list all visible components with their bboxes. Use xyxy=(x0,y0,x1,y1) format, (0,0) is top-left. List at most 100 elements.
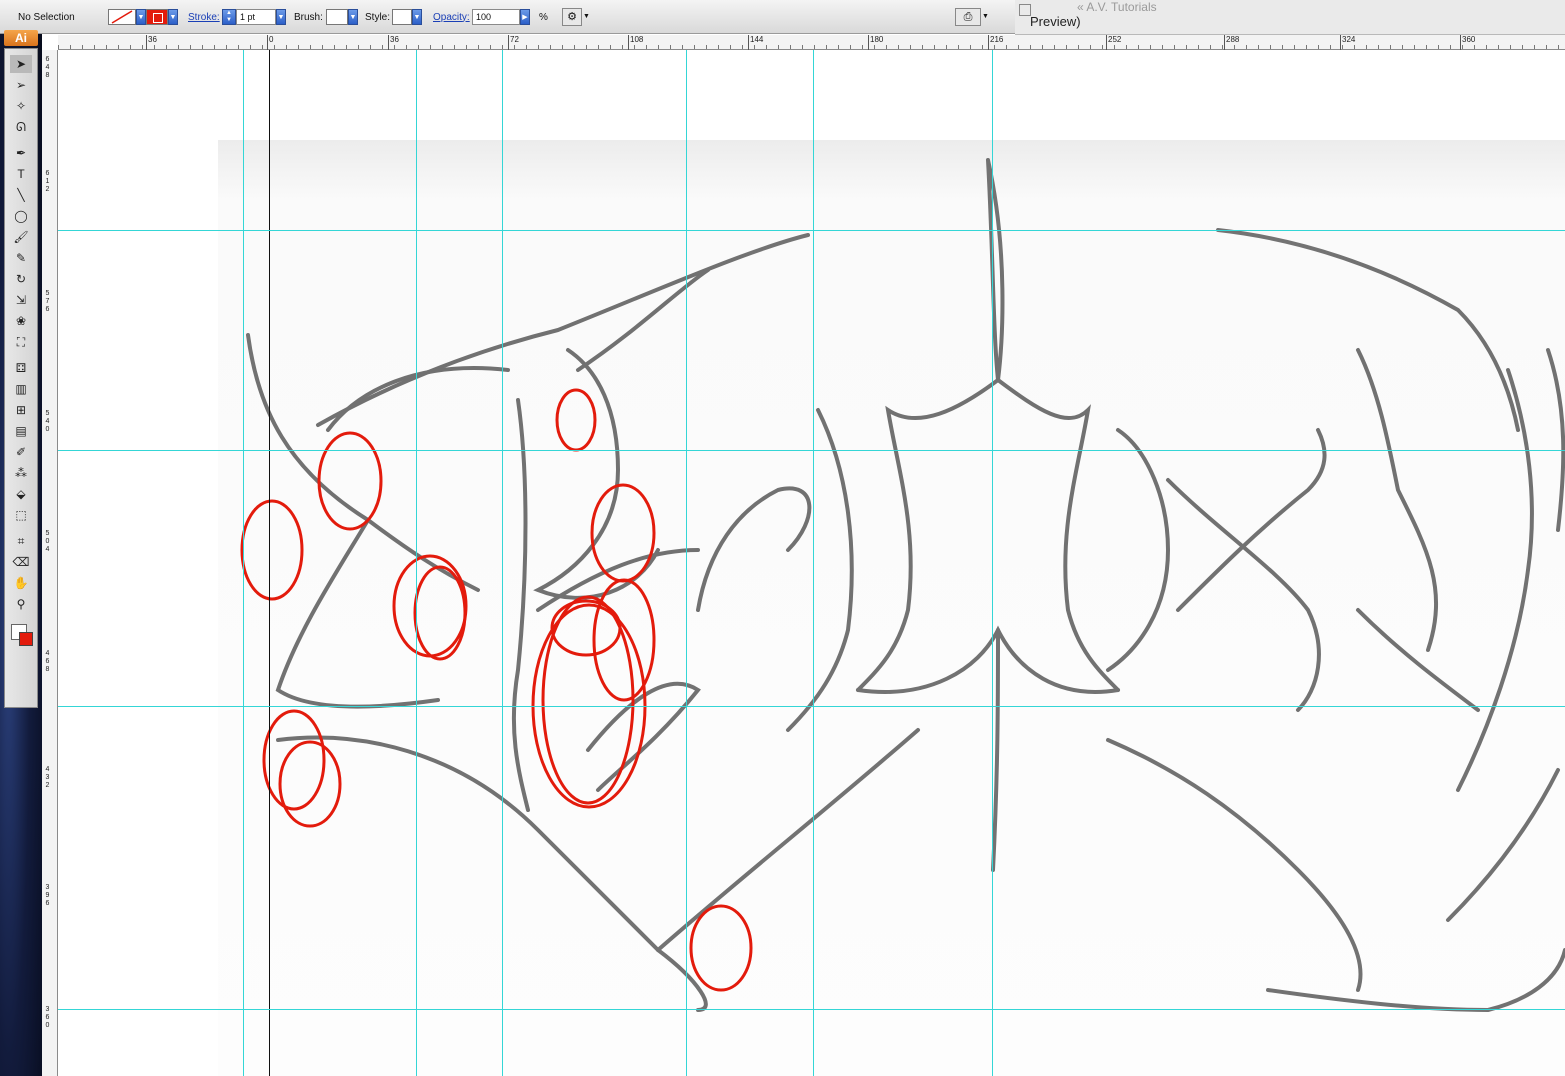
scale-tool[interactable]: ⇲ xyxy=(10,291,32,309)
stroke-weight-input[interactable]: 1 pt xyxy=(236,9,276,25)
horizontal-guide[interactable] xyxy=(58,706,1565,707)
type-tool[interactable]: T xyxy=(10,165,32,183)
ruler-minor-tick xyxy=(406,45,407,49)
ruler-minor-tick xyxy=(1282,45,1283,49)
ruler-minor-tick xyxy=(178,45,179,49)
warp-tool[interactable]: ❀ xyxy=(10,312,32,330)
horizontal-guide[interactable] xyxy=(58,230,1565,231)
opacity-dropdown[interactable]: ▶ xyxy=(520,9,530,25)
ruler-minor-tick xyxy=(958,45,959,49)
fill-none-swatch[interactable] xyxy=(108,9,136,25)
ruler-minor-tick xyxy=(646,45,647,49)
stroke-weight-dropdown[interactable]: ▼ xyxy=(276,9,286,25)
ruler-minor-tick xyxy=(874,45,875,49)
crop-icon: ⌗ xyxy=(17,533,25,548)
style-picker[interactable]: ▼ xyxy=(392,8,422,26)
ruler-minor-tick xyxy=(826,45,827,49)
blend-icon: ⁂ xyxy=(15,466,27,480)
ruler-minor-tick xyxy=(922,45,923,49)
live-paint-selection-icon: ⬚ xyxy=(15,508,27,522)
ruler-minor-tick xyxy=(682,45,683,49)
vertical-guide[interactable] xyxy=(813,50,814,1076)
brush-label: Brush: xyxy=(294,11,323,23)
vertical-guide[interactable] xyxy=(416,50,417,1076)
ellipse-tool[interactable]: ◯ xyxy=(10,207,32,225)
fill-stroke-indicator[interactable] xyxy=(11,624,33,646)
ruler-tick xyxy=(146,35,147,50)
horizontal-guide[interactable] xyxy=(58,1009,1565,1010)
stroke-red-swatch[interactable] xyxy=(146,9,168,25)
lasso-tool[interactable]: ᘏ xyxy=(10,118,32,136)
ruler-minor-tick xyxy=(70,45,71,49)
recolor-dropdown[interactable]: ▼ xyxy=(582,8,591,26)
opacity-control[interactable]: 100 ▶ xyxy=(472,8,530,26)
direct-selection-tool[interactable]: ➢ xyxy=(10,76,32,94)
ruler-minor-tick xyxy=(718,45,719,49)
stroke-stepper[interactable]: ▲ ▼ xyxy=(222,9,236,25)
pen-tool[interactable]: ✒ xyxy=(10,144,32,162)
ruler-minor-tick xyxy=(1066,45,1067,49)
ruler-minor-tick xyxy=(1006,45,1007,49)
stroke-weight-control[interactable]: ▲ ▼ 1 pt ▼ xyxy=(222,8,286,26)
ruler-minor-tick xyxy=(1174,45,1175,49)
live-paint-selection-tool[interactable]: ⬚ xyxy=(10,506,32,524)
free-transform-tool[interactable]: ⛶ xyxy=(10,333,32,351)
ruler-minor-tick xyxy=(838,45,839,49)
vertical-guide[interactable] xyxy=(243,50,244,1076)
blend-tool[interactable]: ⁂ xyxy=(10,464,32,482)
opacity-input[interactable]: 100 xyxy=(472,9,520,25)
artboard-canvas[interactable] xyxy=(58,50,1565,1076)
stroke-dropdown-button[interactable]: ▼ xyxy=(168,9,178,25)
ruler-minor-tick xyxy=(1222,45,1223,49)
eyedropper-tool[interactable]: ✐ xyxy=(10,443,32,461)
ruler-tick xyxy=(1460,35,1461,50)
style-dropdown-button[interactable]: ▼ xyxy=(412,9,422,25)
gradient-tool[interactable]: ▤ xyxy=(10,422,32,440)
paintbrush-tool[interactable]: 🖌 xyxy=(10,228,32,246)
stroke-swatch[interactable]: ▼ xyxy=(146,8,178,26)
recolor-icon[interactable]: ⚙ xyxy=(562,8,582,26)
printer-icon[interactable]: ⎙ xyxy=(955,8,981,26)
selection-tool[interactable]: ➤ xyxy=(10,55,32,73)
brush-picker[interactable]: ▼ xyxy=(326,8,358,26)
opacity-label[interactable]: Opacity: xyxy=(433,8,470,26)
brush-preview[interactable] xyxy=(326,9,348,25)
ruler-minor-tick xyxy=(1054,45,1055,49)
vertical-guide[interactable] xyxy=(686,50,687,1076)
ruler-minor-tick xyxy=(286,45,287,49)
pencil-tool[interactable]: ✎ xyxy=(10,249,32,267)
vertical-guide[interactable] xyxy=(992,50,993,1076)
magic-wand-tool[interactable]: ✧ xyxy=(10,97,32,115)
line-tool[interactable]: ╲ xyxy=(10,186,32,204)
lasso-icon: ᘏ xyxy=(16,119,26,134)
ruler-minor-tick xyxy=(1390,45,1391,49)
vertical-guide[interactable] xyxy=(502,50,503,1076)
ruler-minor-tick xyxy=(1510,45,1511,49)
ruler-minor-tick xyxy=(778,45,779,49)
horizontal-guide[interactable] xyxy=(58,450,1565,451)
eraser-tool[interactable]: ⌫ xyxy=(10,553,32,571)
crop-tool[interactable]: ⌗ xyxy=(10,532,32,550)
recolor-artwork-control[interactable]: ⚙ ▼ xyxy=(562,8,591,26)
live-paint-tool[interactable]: ⬙ xyxy=(10,485,32,503)
ruler-minor-tick xyxy=(1378,45,1379,49)
style-preview[interactable] xyxy=(392,9,412,25)
zoom-tool[interactable]: ⚲ xyxy=(10,595,32,613)
symbol-sprayer-tool[interactable]: ⚃ xyxy=(10,359,32,377)
document-dropdown[interactable]: ▼ xyxy=(981,8,990,26)
ruler-top-label: 180 xyxy=(870,35,884,44)
hand-tool[interactable]: ✋ xyxy=(10,574,32,592)
ruler-left-label: 540 xyxy=(45,410,50,433)
stroke-label[interactable]: Stroke: xyxy=(188,8,220,26)
ruler-top-label: 324 xyxy=(1342,35,1356,44)
ruler-minor-tick xyxy=(694,45,695,49)
graph-tool[interactable]: ▥ xyxy=(10,380,32,398)
fill-swatch[interactable]: ▼ xyxy=(108,8,146,26)
fill-dropdown-button[interactable]: ▼ xyxy=(136,9,146,25)
ruler-minor-tick xyxy=(1522,45,1523,49)
ruler-minor-tick xyxy=(1306,45,1307,49)
mesh-tool[interactable]: ⊞ xyxy=(10,401,32,419)
document-setup-control[interactable]: ⎙ ▼ xyxy=(955,8,990,26)
brush-dropdown-button[interactable]: ▼ xyxy=(348,9,358,25)
rotate-tool[interactable]: ↻ xyxy=(10,270,32,288)
